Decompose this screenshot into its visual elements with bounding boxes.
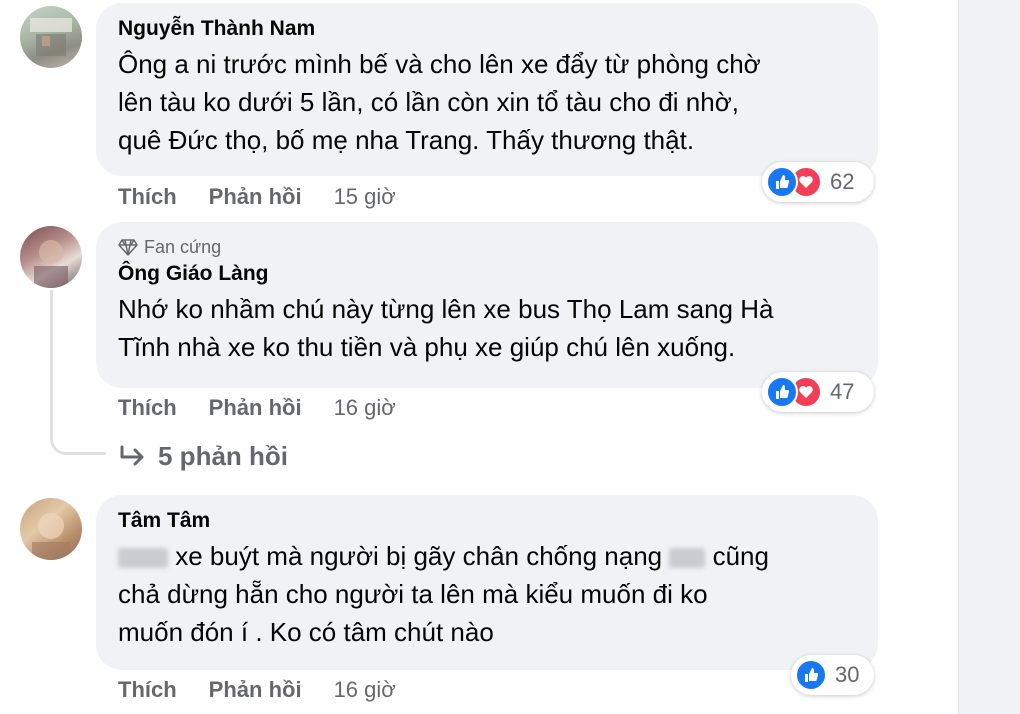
badge-label: Fan cứng	[144, 237, 222, 257]
reply-button[interactable]: Phản hồi	[209, 395, 302, 421]
comment-author[interactable]: Ông Giáo Làng	[118, 262, 858, 286]
reply-arrow-icon	[120, 445, 144, 465]
comment-bubble: Tâm Tâm xe buýt mà người bị gãy chân chố…	[96, 495, 878, 670]
comment-line: lên tàu ko dưới 5 lần, có lần còn xin tổ…	[118, 87, 739, 117]
like-button[interactable]: Thích	[118, 184, 177, 210]
reaction-count: 30	[835, 662, 860, 687]
reaction-count: 47	[830, 379, 855, 404]
comment-line-segment: xe buýt mà người bị gãy chân chống nạng	[175, 541, 663, 571]
avatar[interactable]	[20, 498, 82, 560]
comment-line: xe buýt mà người bị gãy chân chống nạng …	[118, 537, 858, 575]
comment-line: muốn đón í . Ko có tâm chút nào	[118, 617, 494, 647]
comment-text: Ông a ni trước mình bế và cho lên xe đẩy…	[118, 45, 858, 159]
comment-bubble: Nguyễn Thành Nam Ông a ni trước mình bế …	[96, 3, 878, 176]
comment-text: Nhớ ko nhầm chú này từng lên xe bus Thọ …	[118, 290, 858, 366]
reply-button[interactable]: Phản hồi	[209, 677, 302, 703]
timestamp[interactable]: 15 giờ	[334, 184, 396, 210]
timestamp[interactable]: 16 giờ	[334, 677, 396, 703]
like-button[interactable]: Thích	[118, 677, 177, 703]
comment-line: Tĩnh nhà xe ko thu tiền và phụ xe giúp c…	[118, 332, 736, 362]
comment-line: Ông a ni trước mình bế và cho lên xe đẩy…	[118, 49, 761, 79]
reaction-summary[interactable]: 47	[762, 372, 874, 412]
timestamp[interactable]: 16 giờ	[334, 395, 396, 421]
avatar-image	[34, 240, 68, 288]
reaction-count: 62	[830, 169, 855, 194]
comment-text: xe buýt mà người bị gãy chân chống nạng …	[118, 537, 858, 651]
comment-actions: Thích Phản hồi 15 giờ	[118, 184, 396, 210]
comment-actions: Thích Phản hồi 16 giờ	[118, 677, 396, 703]
redacted-word	[118, 548, 168, 569]
fan-badge[interactable]: Fan cứng	[118, 236, 858, 258]
comment-actions: Thích Phản hồi 16 giờ	[118, 395, 396, 421]
comment-line-segment: cũng	[712, 541, 769, 571]
redacted-word	[669, 548, 706, 569]
comment-author[interactable]: Tâm Tâm	[118, 509, 858, 533]
reaction-summary[interactable]: 30	[791, 655, 874, 695]
view-replies-link[interactable]: 5 phản hồi	[118, 441, 288, 472]
avatar[interactable]	[20, 226, 82, 288]
reaction-summary[interactable]: 62	[762, 162, 874, 202]
comment-line: chả dừng hẵn cho người ta lên mà kiểu mu…	[118, 579, 708, 609]
replies-count-label: 5 phản hồi	[158, 441, 288, 471]
comment-line: quê Đức thọ, bố mẹ nha Trang. Thấy thươn…	[118, 125, 695, 155]
reply-button[interactable]: Phản hồi	[209, 184, 302, 210]
comment-author[interactable]: Nguyễn Thành Nam	[118, 17, 858, 41]
like-button[interactable]: Thích	[118, 395, 177, 421]
diamond-icon	[118, 239, 138, 256]
comment-line: Nhớ ko nhầm chú này từng lên xe bus Thọ …	[118, 294, 774, 324]
comment-bubble: Fan cứng Ông Giáo Làng Nhớ ko nhầm chú n…	[96, 222, 878, 388]
right-gutter	[958, 0, 1020, 714]
like-icon	[795, 659, 827, 691]
avatar[interactable]	[20, 6, 82, 68]
avatar-image	[32, 513, 70, 560]
like-icon	[766, 166, 798, 198]
like-icon	[766, 376, 798, 408]
avatar-image	[30, 18, 72, 56]
